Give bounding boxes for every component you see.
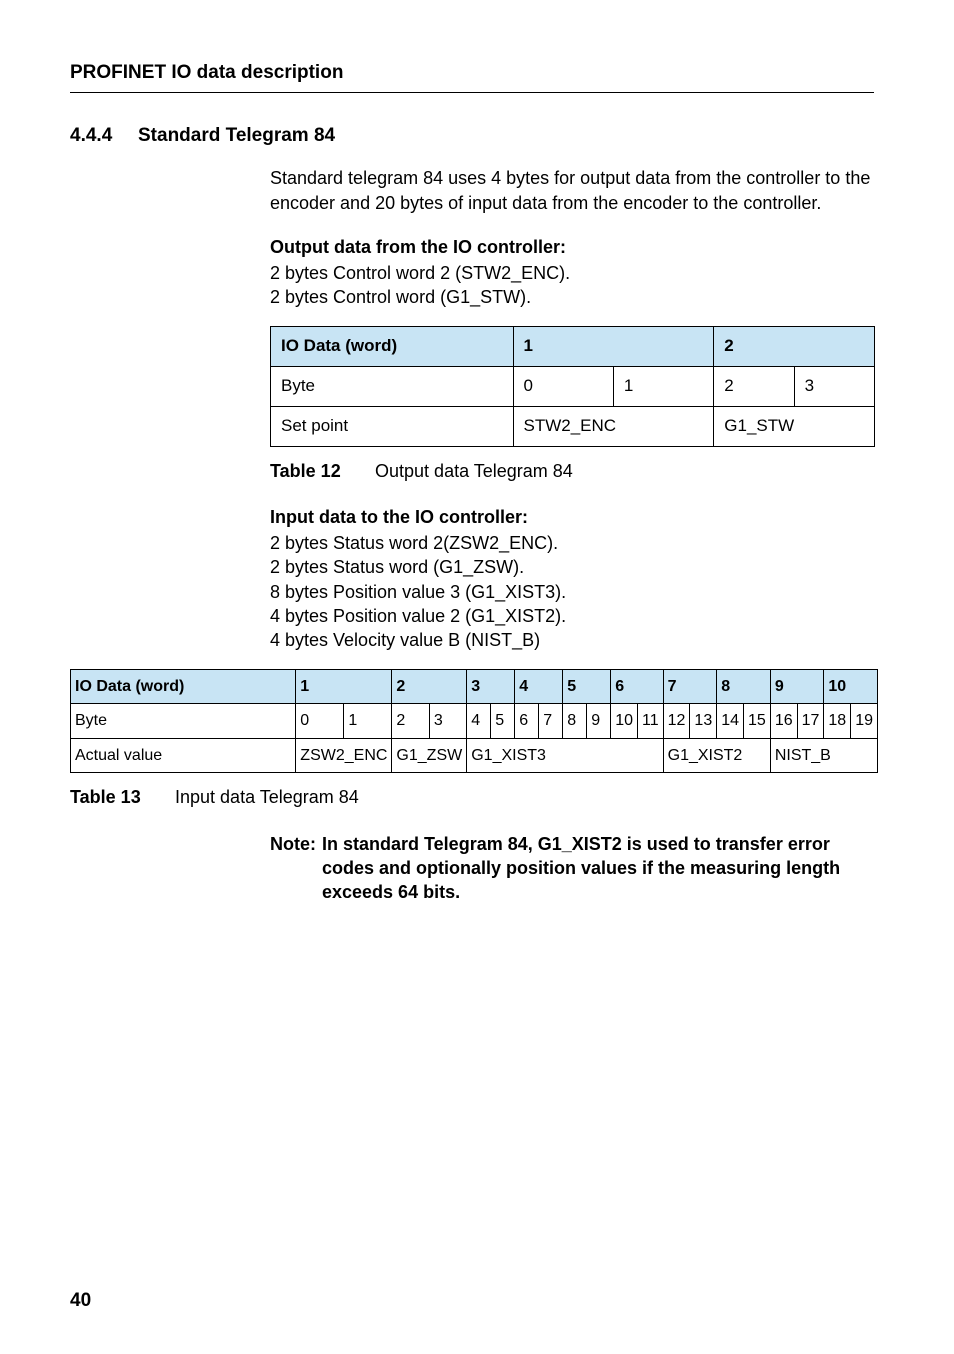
table-header-cell: IO Data (word) — [271, 326, 514, 366]
running-header: PROFINET IO data description — [70, 60, 874, 86]
table-header-cell: 4 — [515, 669, 563, 704]
input-line-4: 4 bytes Position value 2 (G1_XIST2). — [270, 604, 874, 628]
input-line-1: 2 bytes Status word 2(ZSW2_ENC). — [270, 531, 874, 555]
output-heading: Output data from the IO controller: — [270, 235, 874, 259]
table-cell: 8 — [563, 704, 587, 739]
caption-label: Table 13 — [70, 785, 170, 809]
table-cell: 19 — [851, 704, 878, 739]
table-cell: 18 — [824, 704, 851, 739]
section-number: 4.4.4 — [70, 123, 120, 149]
table-header-cell: 7 — [663, 669, 717, 704]
table-cell: 11 — [638, 704, 664, 739]
caption-label: Table 12 — [270, 459, 370, 483]
table-cell: 7 — [539, 704, 563, 739]
table-13: IO Data (word) 1 2 3 4 5 6 7 8 9 10 Byte… — [70, 669, 878, 774]
table-cell: STW2_ENC — [513, 406, 714, 446]
table-header-cell: 10 — [824, 669, 878, 704]
table-cell: 4 — [467, 704, 491, 739]
table-cell: G1_STW — [714, 406, 875, 446]
table-row: Byte 0 1 2 3 — [271, 366, 875, 406]
table-header-cell: 2 — [392, 669, 467, 704]
intro-paragraph: Standard telegram 84 uses 4 bytes for ou… — [270, 166, 874, 215]
table-cell: 9 — [587, 704, 611, 739]
table-cell: Actual value — [71, 738, 296, 773]
note-block: Note: In standard Telegram 84, G1_XIST2 … — [270, 832, 874, 905]
table-header-cell: 8 — [717, 669, 771, 704]
table-cell: 6 — [515, 704, 539, 739]
table-row: Set point STW2_ENC G1_STW — [271, 406, 875, 446]
table-12-caption: Table 12 Output data Telegram 84 — [270, 459, 874, 483]
table-cell: 2 — [392, 704, 429, 739]
table-cell: ZSW2_ENC — [296, 738, 392, 773]
table-header-cell: IO Data (word) — [71, 669, 296, 704]
table-cell: Byte — [71, 704, 296, 739]
input-block: Input data to the IO controller: 2 bytes… — [270, 505, 874, 653]
table-row: IO Data (word) 1 2 3 4 5 6 7 8 9 10 — [71, 669, 878, 704]
table-cell: 12 — [663, 704, 690, 739]
table-header-cell: 9 — [770, 669, 824, 704]
table-cell: 16 — [770, 704, 797, 739]
caption-text: Input data Telegram 84 — [175, 787, 359, 807]
table-cell: G1_XIST2 — [663, 738, 770, 773]
table-cell: 14 — [717, 704, 744, 739]
table-cell: 1 — [613, 366, 713, 406]
input-line-2: 2 bytes Status word (G1_ZSW). — [270, 555, 874, 579]
table-cell: 2 — [714, 366, 794, 406]
caption-text: Output data Telegram 84 — [375, 461, 573, 481]
table-cell: 5 — [491, 704, 515, 739]
table-cell: 0 — [296, 704, 344, 739]
table-row: IO Data (word) 1 2 — [271, 326, 875, 366]
section-title: Standard Telegram 84 — [138, 123, 335, 149]
table-cell: G1_XIST3 — [467, 738, 663, 773]
table-row: Byte 0 1 2 3 4 5 6 7 8 9 10 11 12 13 14 … — [71, 704, 878, 739]
table-header-cell: 5 — [563, 669, 611, 704]
table-header-cell: 1 — [296, 669, 392, 704]
output-block: Output data from the IO controller: 2 by… — [270, 235, 874, 310]
section-heading: 4.4.4 Standard Telegram 84 — [70, 123, 874, 149]
page-number: 40 — [70, 1288, 91, 1314]
note-text: In standard Telegram 84, G1_XIST2 is use… — [322, 832, 874, 905]
table-header-cell: 3 — [467, 669, 515, 704]
table-cell: 17 — [797, 704, 824, 739]
header-rule — [70, 92, 874, 93]
table-cell: 10 — [611, 704, 638, 739]
table-cell: 3 — [794, 366, 874, 406]
table-cell: Byte — [271, 366, 514, 406]
table-cell: 1 — [344, 704, 392, 739]
table-cell: 0 — [513, 366, 613, 406]
table-header-cell: 2 — [714, 326, 875, 366]
table-cell: NIST_B — [770, 738, 877, 773]
input-heading: Input data to the IO controller: — [270, 505, 874, 529]
table-header-cell: 1 — [513, 326, 714, 366]
table-cell: 13 — [690, 704, 717, 739]
table-cell: G1_ZSW — [392, 738, 467, 773]
input-line-5: 4 bytes Velocity value B (NIST_B) — [270, 628, 874, 652]
note-label: Note: — [270, 832, 316, 905]
output-line-1: 2 bytes Control word 2 (STW2_ENC). — [270, 261, 874, 285]
input-line-3: 8 bytes Position value 3 (G1_XIST3). — [270, 580, 874, 604]
table-cell: 3 — [429, 704, 466, 739]
table-row: Actual value ZSW2_ENC G1_ZSW G1_XIST3 G1… — [71, 738, 878, 773]
output-line-2: 2 bytes Control word (G1_STW). — [270, 285, 874, 309]
table-header-cell: 6 — [611, 669, 663, 704]
table-12: IO Data (word) 1 2 Byte 0 1 2 3 Set poin… — [270, 326, 875, 447]
table-13-caption: Table 13 Input data Telegram 84 — [70, 785, 874, 809]
table-cell: 15 — [744, 704, 771, 739]
table-cell: Set point — [271, 406, 514, 446]
